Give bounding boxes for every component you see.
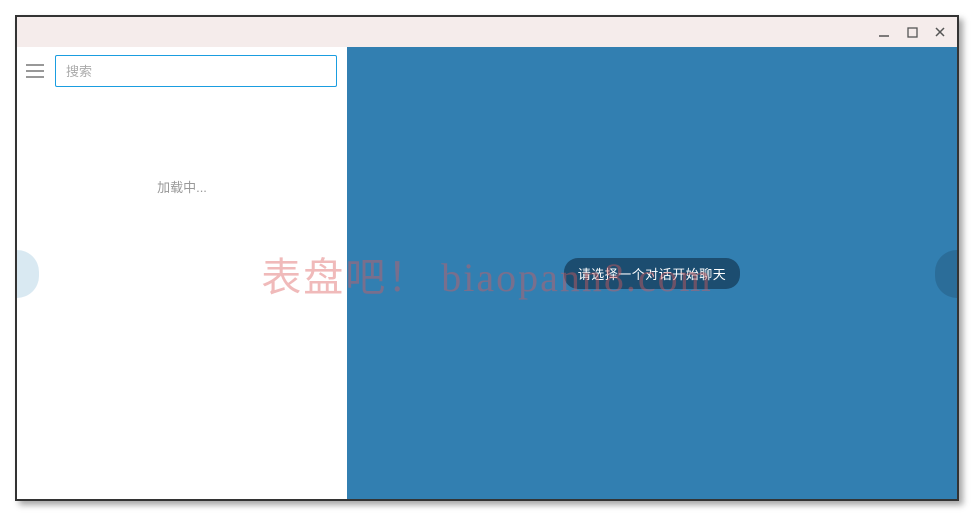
empty-chat-prompt: 请选择一个对话开始聊天 [564,258,741,289]
menu-button[interactable] [23,59,47,83]
maximize-icon [907,27,918,38]
chat-pane: 请选择一个对话开始聊天 [347,47,957,499]
left-header [17,47,347,95]
loading-text: 加载中... [17,177,347,196]
search-input[interactable] [55,55,337,87]
conversation-list-pane: 加载中... [17,47,347,499]
titlebar [17,17,957,47]
close-icon [934,26,946,38]
minimize-button[interactable] [873,21,895,43]
minimize-icon [878,26,890,38]
app-window: 加载中... 请选择一个对话开始聊天 表盘吧！ biaopann8.com [15,15,959,501]
maximize-button[interactable] [901,21,923,43]
hamburger-icon [26,64,44,78]
client-area: 加载中... 请选择一个对话开始聊天 表盘吧！ biaopann8.com [17,47,957,499]
close-button[interactable] [929,21,951,43]
